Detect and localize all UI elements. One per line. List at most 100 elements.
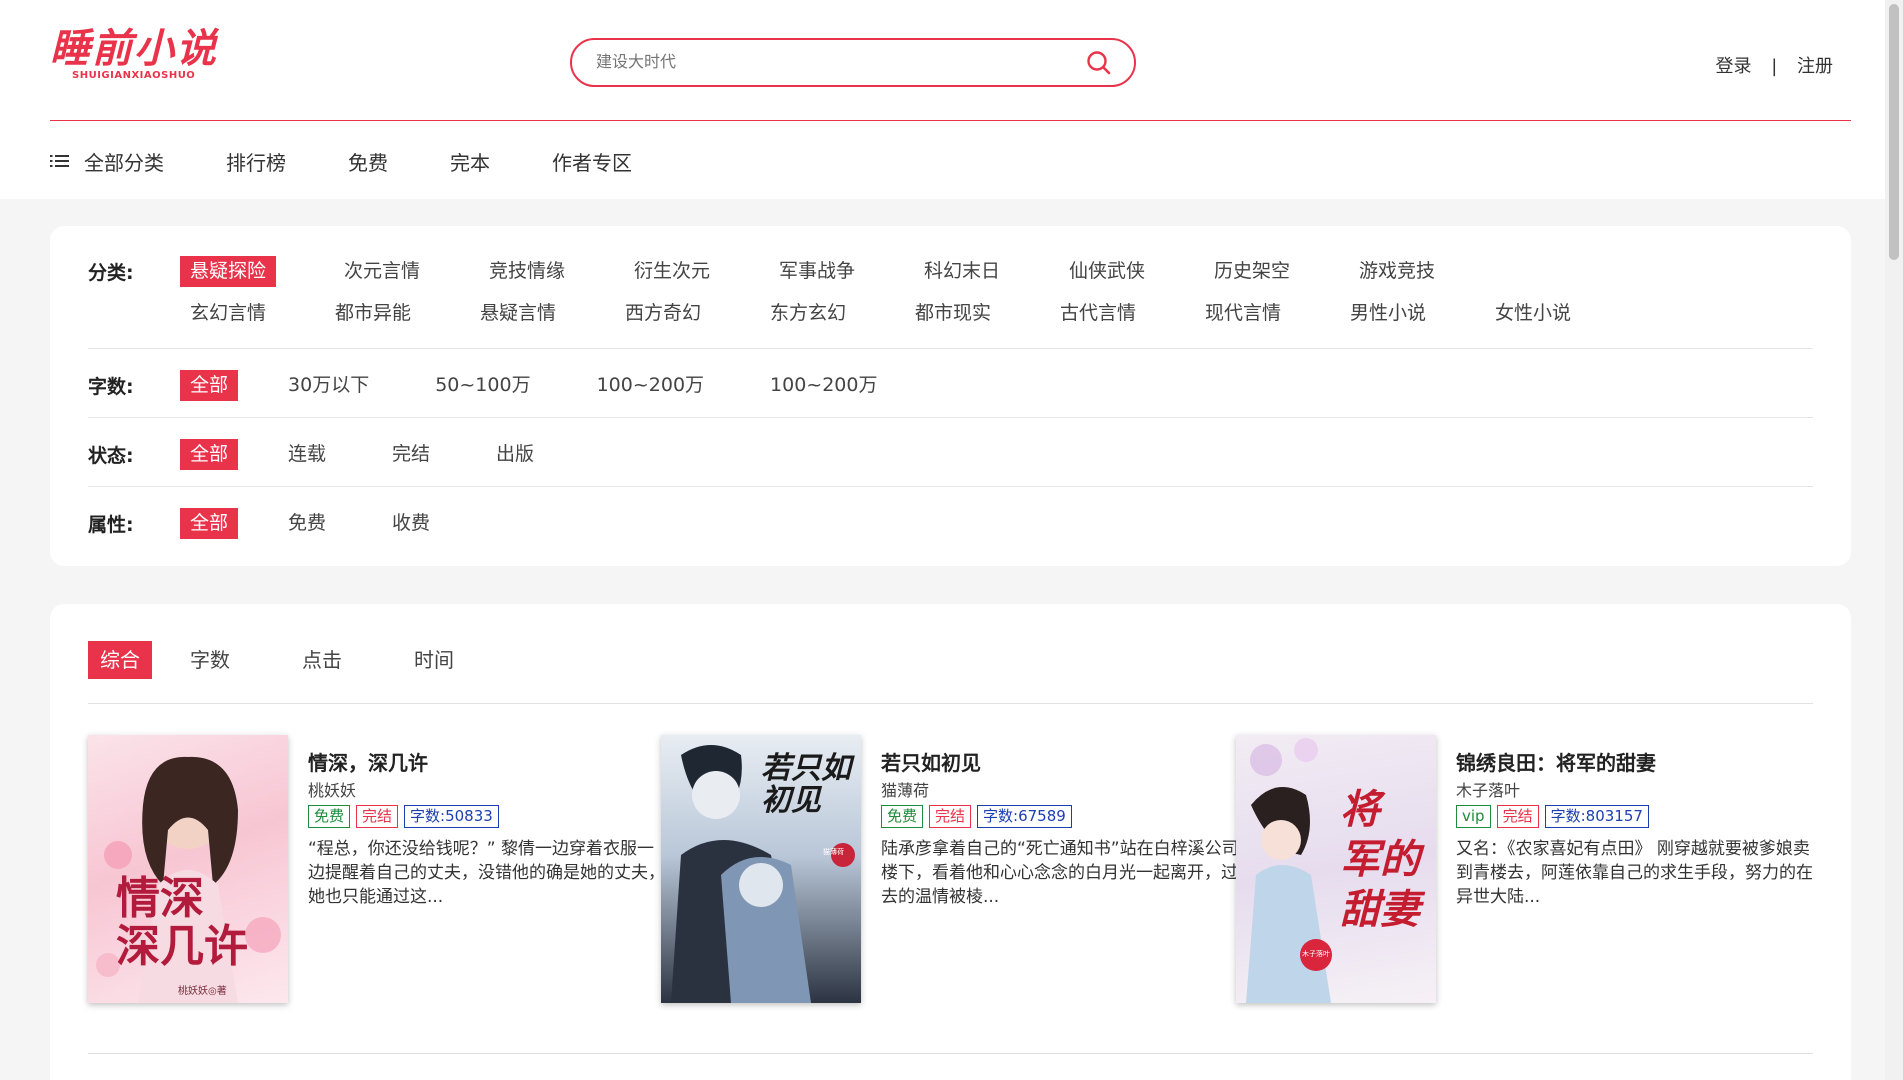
tag-price: vip	[1456, 805, 1491, 828]
main-nav: 全部分类 排行榜 免费 完本 作者专区	[50, 146, 694, 176]
book-cover[interactable]: 若只如 初见 猫薄荷	[661, 735, 861, 1003]
book-tags: 免费 完结 字数:67589	[881, 805, 1241, 829]
filter-divider	[88, 486, 1813, 487]
filter-option-attribute[interactable]: 收费	[382, 508, 440, 539]
cover-author: 桃妖妖◎著	[178, 986, 227, 997]
logo-text: 睡前小说	[50, 25, 218, 72]
book-list-panel: 综合 字数 点击 时间 情深 深几许 桃妖妖◎著 情深，深几许 桃妖妖 免费 完结 字…	[50, 604, 1851, 1080]
tag-price: 免费	[881, 805, 924, 828]
filter-option-status[interactable]: 全部	[180, 439, 239, 470]
filter-option-category[interactable]: 都市异能	[325, 298, 470, 329]
filter-option-category[interactable]: 玄幻言情	[180, 298, 325, 329]
nav-author-zone[interactable]: 作者专区	[552, 147, 632, 176]
search-input[interactable]	[596, 50, 1056, 76]
nav-free[interactable]: 免费	[348, 147, 388, 176]
sort-tabs: 综合 字数 点击 时间	[88, 641, 514, 679]
filter-label: 分类:	[88, 262, 134, 284]
book-cover[interactable]: 情深 深几许 桃妖妖◎著	[88, 735, 288, 1003]
book-description: “程总，你还没给钱呢？” 黎倩一边穿着衣服一边提醒着自己的丈夫，没错他的确是她的…	[308, 839, 665, 907]
auth-separator: |	[1771, 56, 1778, 77]
sort-tab[interactable]: 字数	[178, 641, 242, 679]
book-info: 锦绣良田：将军的甜妻 木子落叶 vip 完结 字数:803157 又名：《农家喜…	[1456, 747, 1816, 909]
filter-option-category[interactable]: 竞技情缘	[479, 256, 624, 287]
filter-option-category[interactable]: 悬疑探险	[180, 256, 277, 287]
filter-option-words[interactable]: 50~100万	[425, 370, 540, 401]
filter-option-status[interactable]: 连载	[278, 439, 336, 470]
nav-completed[interactable]: 完本	[450, 147, 490, 176]
book-info: 若只如初见 猫薄荷 免费 完结 字数:67589 陆承彦拿着自己的“死亡通知书”…	[881, 747, 1241, 909]
sort-tab[interactable]: 时间	[402, 641, 466, 679]
book-card[interactable]: 将 军的 甜妻 木子落叶 锦绣良田：将军的甜妻 木子落叶 vip 完结 字数:8…	[1236, 735, 1813, 1005]
filter-option-words[interactable]: 全部	[180, 370, 239, 401]
sort-tab[interactable]: 点击	[290, 641, 354, 679]
filter-option-category[interactable]: 军事战争	[769, 256, 914, 287]
filter-option-category[interactable]: 悬疑言情	[470, 298, 615, 329]
filter-option-category[interactable]: 东方玄幻	[760, 298, 905, 329]
book-title[interactable]: 情深，深几许	[308, 747, 668, 775]
filter-option-status[interactable]: 完结	[382, 439, 440, 470]
book-description: 陆承彦拿着自己的“死亡通知书”站在白梓溪公司楼下，看着他和心心念念的白月光一起离…	[881, 839, 1239, 907]
filter-option-words[interactable]: 100~200万	[760, 370, 887, 401]
filter-option-attribute[interactable]: 全部	[180, 508, 239, 539]
filter-option-category[interactable]: 历史架空	[1204, 256, 1349, 287]
login-link[interactable]: 登录	[1715, 52, 1751, 78]
tag-status: 完结	[929, 805, 972, 828]
book-title[interactable]: 若只如初见	[881, 747, 1241, 775]
filter-option-category[interactable]: 科幻末日	[914, 256, 1059, 287]
book-description: 又名：《农家喜妃有点田》 刚穿越就要被爹娘卖到青楼去，阿莲依靠自己的求生手段，努…	[1456, 839, 1813, 907]
search-icon[interactable]	[1086, 50, 1112, 76]
auth-links: 登录 | 注册	[1715, 52, 1833, 78]
book-card[interactable]: 若只如 初见 猫薄荷 若只如初见 猫薄荷 免费 完结 字数:67589 陆承彦拿…	[661, 735, 1239, 1005]
tag-word-count: 字数:50833	[404, 805, 499, 828]
book-author[interactable]: 桃妖妖	[308, 777, 668, 801]
filter-option-words[interactable]: 30万以下	[278, 370, 379, 401]
filter-option-category[interactable]: 仙侠武侠	[1059, 256, 1204, 287]
book-cover[interactable]: 将 军的 甜妻 木子落叶	[1236, 735, 1436, 1003]
search-box	[570, 38, 1136, 87]
list-menu-icon	[50, 155, 69, 167]
filter-option-category[interactable]: 女性小说	[1485, 298, 1630, 329]
book-info: 情深，深几许 桃妖妖 免费 完结 字数:50833 “程总，你还没给钱呢？” 黎…	[308, 747, 668, 909]
filter-option-category[interactable]: 都市现实	[905, 298, 1050, 329]
nav-ranking[interactable]: 排行榜	[226, 147, 286, 176]
filter-option-status[interactable]: 出版	[486, 439, 544, 470]
page-scrollbar[interactable]	[1885, 0, 1903, 1080]
list-divider	[88, 1053, 1813, 1054]
scrollbar-thumb[interactable]	[1889, 4, 1899, 260]
filter-label: 字数:	[88, 376, 134, 398]
book-author[interactable]: 木子落叶	[1456, 777, 1816, 801]
tag-status: 完结	[1496, 805, 1539, 828]
filter-option-category[interactable]: 游戏竞技	[1349, 256, 1494, 287]
tag-status: 完结	[356, 805, 399, 828]
cover-author: 猫薄荷	[823, 848, 844, 856]
header-divider	[50, 120, 1851, 121]
filter-option-attribute[interactable]: 免费	[278, 508, 336, 539]
filter-option-category[interactable]: 西方奇幻	[615, 298, 760, 329]
filter-label: 属性:	[88, 514, 134, 536]
book-author[interactable]: 猫薄荷	[881, 777, 1241, 801]
cover-title: 情深 深几许	[116, 873, 248, 972]
book-tags: vip 完结 字数:803157	[1456, 805, 1816, 829]
filter-option-category[interactable]: 男性小说	[1340, 298, 1485, 329]
tag-word-count: 字数:803157	[1544, 805, 1649, 828]
sort-tab[interactable]: 综合	[88, 641, 152, 679]
book-title[interactable]: 锦绣良田：将军的甜妻	[1456, 747, 1816, 775]
book-card[interactable]: 情深 深几许 桃妖妖◎著 情深，深几许 桃妖妖 免费 完结 字数:50833 “…	[88, 735, 665, 1005]
filter-options: 全部 免费 收费	[180, 508, 440, 539]
filter-option-words[interactable]: 100~200万	[587, 370, 714, 401]
filter-option-category[interactable]: 衍生次元	[624, 256, 769, 287]
register-link[interactable]: 注册	[1797, 52, 1833, 78]
filter-divider	[88, 348, 1813, 349]
filter-panel: 分类: 悬疑探险 次元言情 竞技情缘 衍生次元 军事战争 科幻末日 仙侠武侠 历史架空 游戏竞技…	[50, 226, 1851, 566]
filter-option-category[interactable]: 现代言情	[1195, 298, 1340, 329]
filter-option-category[interactable]: 古代言情	[1050, 298, 1195, 329]
nav-all-categories[interactable]: 全部分类	[84, 147, 164, 176]
filter-option-category[interactable]: 次元言情	[334, 256, 479, 287]
tag-price: 免费	[308, 805, 351, 828]
site-logo[interactable]: 睡前小说 SHUIGIANXIAOSHUO	[50, 26, 230, 88]
cover-title: 若只如 初见	[761, 751, 851, 818]
filter-options: 悬疑探险 次元言情 竞技情缘 衍生次元 军事战争 科幻末日 仙侠武侠 历史架空 游戏竞技玄幻言情…	[180, 256, 1630, 329]
site-header: 睡前小说 SHUIGIANXIAOSHUO 登录 | 注册 全部分类 排行榜 免…	[0, 0, 1885, 199]
cover-title: 将 军的 甜妻	[1340, 786, 1420, 933]
filter-label: 状态:	[88, 445, 134, 467]
